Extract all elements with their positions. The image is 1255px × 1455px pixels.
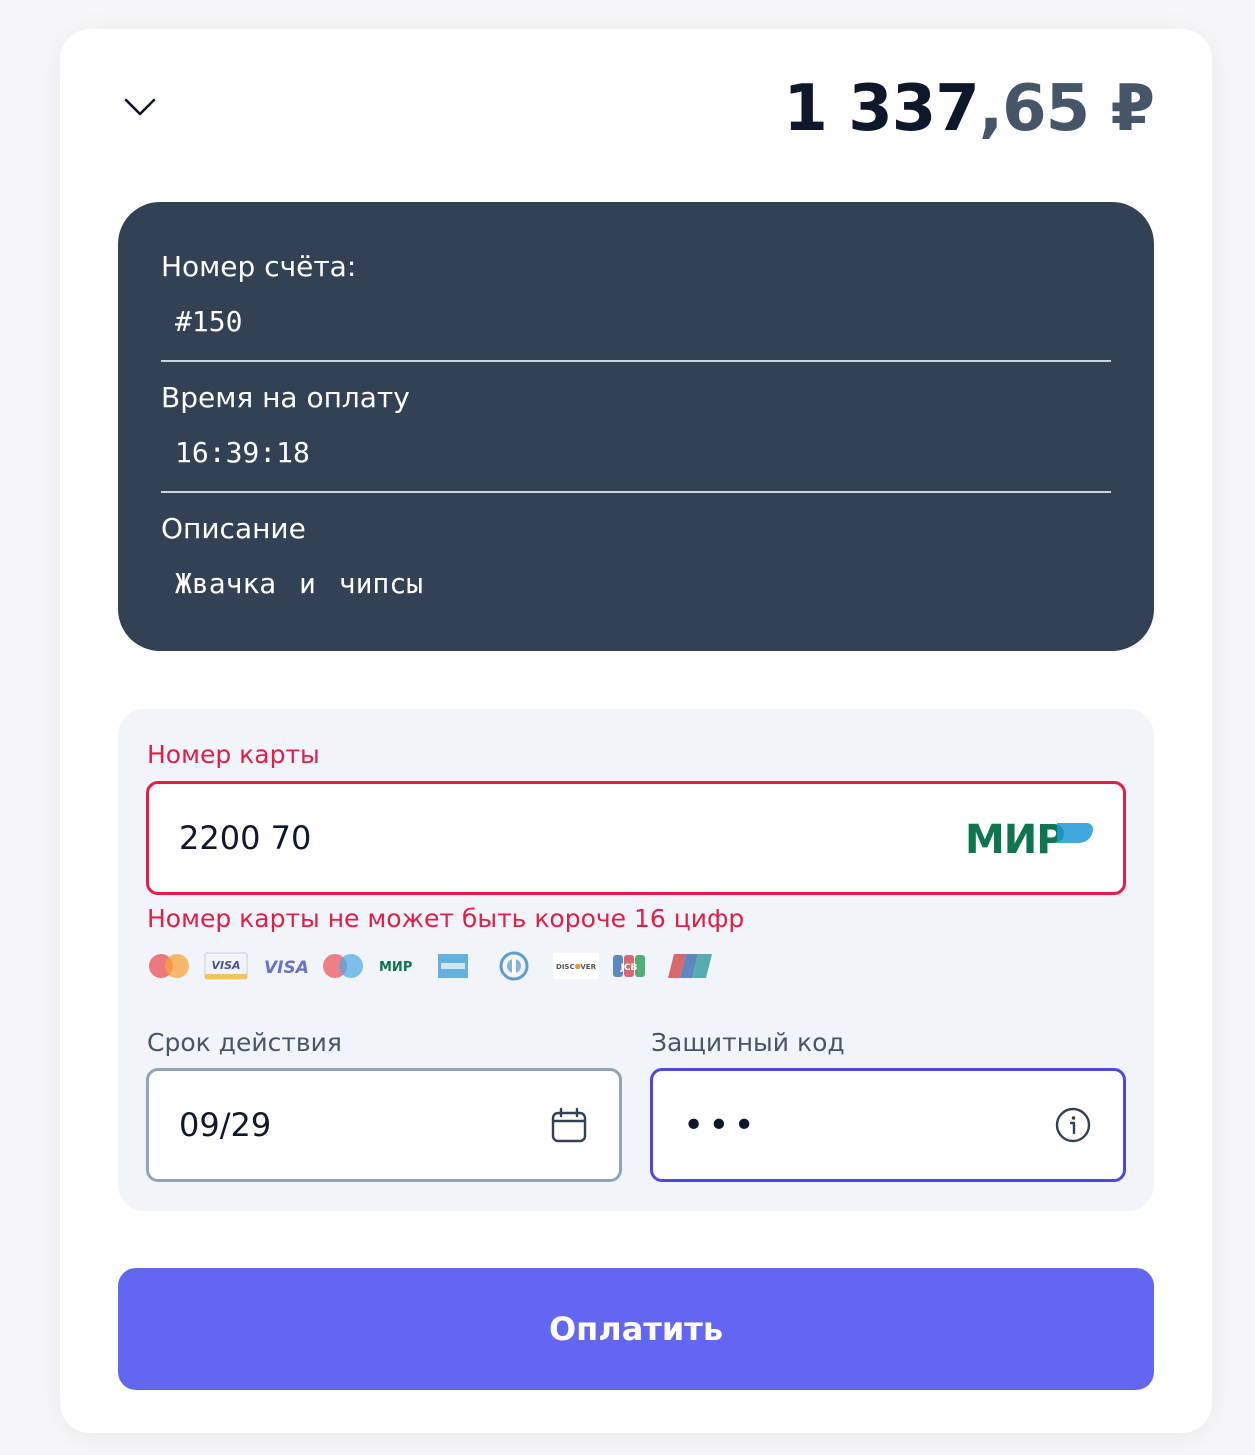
jcb-icon: JCB (610, 949, 668, 983)
card-number-input[interactable] (179, 819, 965, 857)
mir-brand-text: МИР (965, 819, 1065, 857)
cvc-input[interactable]: ••• (683, 1105, 1053, 1146)
card-number-error: Номер карты не может быть короче 16 цифр (147, 904, 745, 933)
cvc-field[interactable]: ••• (650, 1068, 1126, 1182)
calendar-icon[interactable] (549, 1105, 589, 1145)
diners-club-icon (494, 949, 552, 983)
card-form: Номер карты МИР Номер карты не может быт… (118, 709, 1154, 1211)
payment-time-value: 16:39:18 (175, 436, 310, 469)
invoice-panel: Номер счёта: #150 Время на оплату 16:39:… (118, 202, 1154, 651)
unionpay-icon (668, 949, 726, 983)
chevron-down-icon (124, 98, 156, 116)
invoice-number-row: Номер счёта: #150 (161, 248, 1111, 379)
invoice-number-value: #150 (175, 305, 243, 338)
cvc-label: Защитный код (651, 1028, 845, 1057)
mastercard-icon (146, 949, 204, 983)
jcb-text: JCB (620, 963, 638, 973)
mir-small-text: МИР (379, 960, 412, 975)
currency-symbol: ₽ (1110, 72, 1155, 146)
visa-electron-text: VISA (211, 959, 240, 972)
card-number-field[interactable]: МИР (146, 781, 1126, 895)
expiry-input[interactable] (179, 1106, 549, 1144)
description-label: Описание (161, 512, 306, 545)
payment-card: 1 337,65 ₽ Номер счёта: #150 Время на оп… (60, 29, 1212, 1433)
divider (161, 360, 1111, 362)
expiry-field[interactable] (146, 1068, 622, 1182)
expiry-label: Срок действия (147, 1028, 342, 1057)
payment-amount: 1 337,65 ₽ (783, 72, 1155, 146)
discover-icon: DISCOVER (552, 949, 610, 983)
description-row: Описание Жвачка и чипсы (161, 510, 1111, 641)
visa-icon: VISA (262, 949, 320, 983)
collapse-button[interactable] (118, 89, 162, 125)
invoice-number-label: Номер счёта: (161, 250, 357, 283)
amex-icon (436, 949, 494, 983)
visa-electron-icon: VISA (204, 949, 262, 983)
payment-time-label: Время на оплату (161, 381, 410, 414)
amount-fraction: ,65 (978, 72, 1090, 146)
mir-icon: МИР (378, 949, 436, 983)
divider (161, 491, 1111, 493)
payment-time-row: Время на оплату 16:39:18 (161, 379, 1111, 510)
amount-integer: 1 337 (783, 72, 979, 146)
description-value: Жвачка и чипсы (175, 567, 424, 600)
visa-text: VISA (264, 958, 309, 978)
mir-icon: МИР (965, 819, 1093, 857)
supported-brands: VISA VISA МИР JCB (146, 949, 726, 983)
card-number-label: Номер карты (147, 740, 320, 769)
maestro-icon (320, 949, 378, 983)
pay-button[interactable]: Оплатить (118, 1268, 1154, 1390)
info-icon[interactable] (1053, 1105, 1093, 1145)
